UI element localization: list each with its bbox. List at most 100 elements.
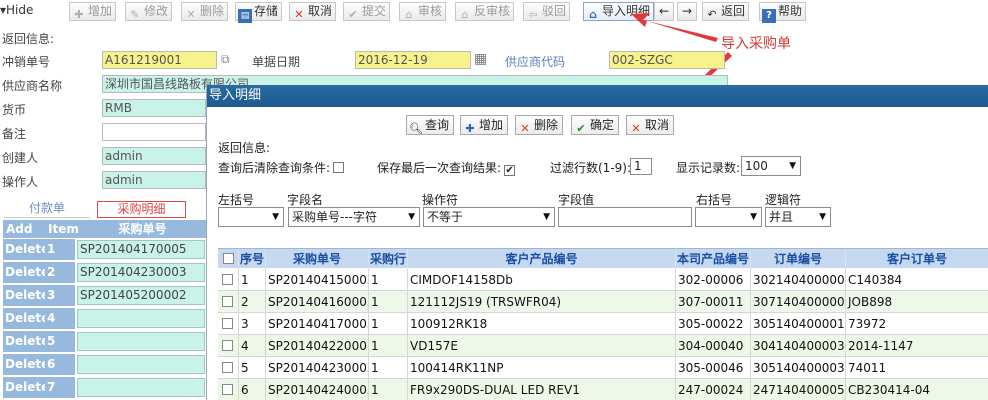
table-row[interactable]: 3 SP201404170005 1 100912RK18 305-00022 … xyxy=(218,313,988,335)
save-last-result-label: 保存最后一次查询结果: xyxy=(377,161,502,175)
grid-header-item: Item xyxy=(48,222,79,236)
cell-order-no: 3021404000004 xyxy=(751,269,846,291)
cell-po-no: SP201404220001 xyxy=(266,335,369,357)
col-seq: 序号 xyxy=(239,249,266,269)
row-po-field[interactable]: SP201404230003 xyxy=(77,263,205,282)
add-row-link[interactable]: Add xyxy=(3,220,45,238)
display-count-select[interactable]: 100 ▼ xyxy=(741,156,801,176)
cell-po-line: 1 xyxy=(369,379,408,400)
col-po-line: 采购行 xyxy=(369,249,408,269)
table-row[interactable]: 5 SP201404230003 1 100414RK11NP 305-0004… xyxy=(218,357,988,379)
confirm-button[interactable]: ✔ 确定 xyxy=(571,115,620,135)
clear-after-query-checkbox[interactable] xyxy=(333,162,345,173)
annotation-arrow-left xyxy=(631,13,718,42)
tab-purchase-detail[interactable]: 采购明细 xyxy=(97,201,186,218)
field-value-input[interactable] xyxy=(558,207,692,227)
field-name-select[interactable]: 采购单号---字符 ▼ xyxy=(288,207,420,227)
row-po-field[interactable] xyxy=(77,378,205,397)
cell-order-no: 3051404000034 xyxy=(751,357,846,379)
row-select-cell xyxy=(218,269,239,291)
row-item-number: 5 xyxy=(45,331,75,352)
table-row[interactable]: 1 SP201404150003 1 CIMDOF14158Db 302-000… xyxy=(218,269,988,291)
dialog-delete-button[interactable]: ✕ 删除 xyxy=(515,115,564,135)
logic-select[interactable]: 并且 ▼ xyxy=(765,207,831,227)
row-checkbox[interactable] xyxy=(222,274,233,285)
col-po-no: 采购单号 xyxy=(266,249,369,269)
operator-label: 操作人 xyxy=(2,175,39,189)
row-po-field[interactable] xyxy=(77,355,205,374)
table-row[interactable]: 6 SP201404240005 1 FR9x290DS-DUAL LED RE… xyxy=(218,379,988,400)
clear-after-query-option: 查询后清除查询条件: xyxy=(218,159,345,176)
supplier-code-field[interactable]: 002-SZGC xyxy=(609,51,725,69)
cell-customer-order: 73972 xyxy=(846,313,988,335)
save-last-result-checkbox[interactable]: ✔ xyxy=(504,165,516,176)
cell-seq: 2 xyxy=(239,291,266,313)
row-item-number: 4 xyxy=(45,308,75,329)
row-checkbox[interactable] xyxy=(222,296,233,307)
row-select-cell xyxy=(218,313,239,335)
row-delete-link[interactable]: Delete xyxy=(3,262,49,283)
dialog-add-button[interactable]: ✚ 增加 xyxy=(460,115,509,135)
supplier-code-label: 供应商代码 xyxy=(505,55,566,69)
chevron-down-icon: ▼ xyxy=(543,212,550,222)
cell-own-part: 304-00040 xyxy=(676,335,751,357)
remark-field[interactable] xyxy=(102,123,206,141)
cell-seq: 6 xyxy=(239,379,266,400)
doc-date-label: 单据日期 xyxy=(252,55,301,69)
annotation-text: 导入采购单 xyxy=(721,36,791,52)
row-checkbox[interactable] xyxy=(222,318,233,329)
filter-header-field: 字段名 xyxy=(287,193,324,207)
creator-field[interactable]: admin xyxy=(102,147,206,165)
doc-date-field[interactable]: 2016-12-19 xyxy=(355,51,471,69)
dialog-cancel-button[interactable]: ✕ 取消 xyxy=(626,115,675,135)
row-delete-link[interactable]: Delete xyxy=(3,239,49,260)
currency-field[interactable]: RMB xyxy=(102,99,206,117)
table-row[interactable]: 4 SP201404220001 1 VD157E 304-00040 3041… xyxy=(218,335,988,357)
row-checkbox[interactable] xyxy=(222,362,233,373)
cell-po-no: SP201404150003 xyxy=(266,269,369,291)
row-po-field[interactable] xyxy=(77,309,205,328)
query-button[interactable]: 🔍︎ 查询 xyxy=(406,115,455,135)
detail-grid-header: Add Item 采购单号 xyxy=(3,220,207,238)
row-delete-link[interactable]: Delete xyxy=(3,354,49,375)
cell-order-no: 3051404000014 xyxy=(751,313,846,335)
row-delete-link[interactable]: Delete xyxy=(3,377,49,398)
row-delete-link[interactable]: Delete xyxy=(3,331,49,352)
lookup-icon[interactable]: ⧉ xyxy=(221,52,230,67)
offset-no-field[interactable]: A161219001 xyxy=(102,51,217,69)
rparen-select[interactable]: ▼ xyxy=(695,207,762,227)
row-po-field[interactable]: SP201405200002 xyxy=(77,286,205,305)
row-checkbox[interactable] xyxy=(222,384,233,395)
filter-rows-label: 过滤行数(1-9): xyxy=(550,161,632,175)
row-item-number: 3 xyxy=(45,285,75,306)
select-all-checkbox[interactable] xyxy=(223,253,234,264)
close-icon: ✕ xyxy=(631,122,641,135)
row-item-number: 6 xyxy=(45,354,75,375)
row-delete-link[interactable]: Delete xyxy=(3,285,49,306)
remark-label: 备注 xyxy=(2,127,27,141)
clear-after-query-label: 查询后清除查询条件: xyxy=(218,161,331,175)
table-row[interactable]: 2 SP201404160003 1 121112JS19 (TRSWFR04)… xyxy=(218,291,988,313)
row-select-cell xyxy=(218,357,239,379)
lparen-select[interactable]: ▼ xyxy=(218,207,284,227)
calendar-icon[interactable]: ▦ xyxy=(474,51,487,67)
row-checkbox[interactable] xyxy=(222,340,233,351)
chevron-down-icon: ▼ xyxy=(272,212,279,222)
import-detail-dialog: 导入明细 🔍︎ 查询 ✚ 增加 ✕ 删除 ✔ 确定 ✕ 取消 返回信息: 查询后清除查询条… xyxy=(206,85,988,400)
row-po-field[interactable]: SP201404170005 xyxy=(77,240,205,259)
cell-own-part: 305-00046 xyxy=(676,357,751,379)
cell-po-no: SP201404230003 xyxy=(266,357,369,379)
cell-customer-order: C140384 xyxy=(846,269,988,291)
row-delete-link[interactable]: Delete xyxy=(3,308,49,329)
filter-header-operator: 操作符 xyxy=(422,193,459,207)
tab-payment[interactable]: 付款单 xyxy=(4,201,90,218)
cell-seq: 3 xyxy=(239,313,266,335)
filter-rows-input[interactable]: 1 xyxy=(630,158,652,175)
operator-select[interactable]: 不等于 ▼ xyxy=(423,207,555,227)
operator-field[interactable]: admin xyxy=(102,171,206,189)
check-icon: ✔ xyxy=(576,122,586,135)
cell-customer-part: VD157E xyxy=(408,335,676,357)
row-po-field[interactable] xyxy=(77,332,205,351)
dialog-title: 导入明细 xyxy=(207,85,988,107)
cell-own-part: 247-00024 xyxy=(676,379,751,400)
